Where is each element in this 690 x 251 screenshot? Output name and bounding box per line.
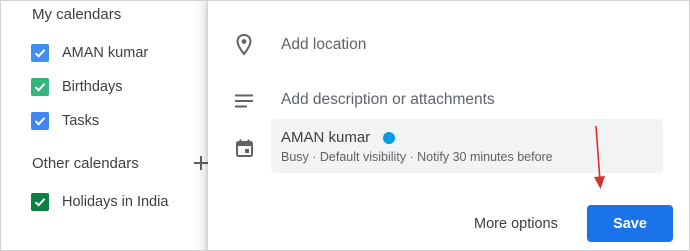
calendar-item-label: Holidays in India bbox=[62, 194, 169, 210]
more-options-button[interactable]: More options bbox=[466, 214, 566, 234]
checkbox-checked-icon[interactable] bbox=[31, 193, 49, 211]
calendar-item-label: AMAN kumar bbox=[62, 45, 149, 61]
calendar-item-aman-kumar[interactable]: AMAN kumar bbox=[31, 42, 148, 64]
my-calendars-heading[interactable]: My calendars bbox=[32, 6, 121, 23]
calendar-color-dot bbox=[383, 132, 395, 144]
calendar-item-holidays-in-india[interactable]: Holidays in India bbox=[31, 191, 168, 213]
calendar-details: Busy · Default visibility · Notify 30 mi… bbox=[281, 150, 553, 164]
description-input[interactable]: Add description or attachments bbox=[281, 91, 495, 109]
calendar-item-birthdays[interactable]: Birthdays bbox=[31, 76, 122, 98]
calendar-item-label: Birthdays bbox=[62, 79, 123, 95]
plus-icon bbox=[194, 156, 208, 170]
annotation-arrow-icon bbox=[594, 125, 605, 189]
checkbox-checked-icon[interactable] bbox=[31, 44, 49, 62]
calendar-window: My calendars AMAN kumar Birthdays Tasks … bbox=[0, 0, 690, 251]
calendar-name: AMAN kumar bbox=[281, 129, 371, 146]
checkbox-checked-icon[interactable] bbox=[31, 112, 49, 130]
save-button[interactable]: Save bbox=[587, 205, 673, 242]
calendar-item-label: Tasks bbox=[62, 113, 100, 129]
calendar-icon bbox=[232, 136, 256, 160]
checkbox-checked-icon[interactable] bbox=[31, 78, 49, 96]
event-dialog: Add location Add description or attachme… bbox=[208, 1, 689, 250]
calendar-item-tasks[interactable]: Tasks bbox=[31, 110, 99, 132]
sidebar: My calendars AMAN kumar Birthdays Tasks … bbox=[1, 1, 216, 250]
location-input[interactable]: Add location bbox=[281, 36, 366, 54]
location-pin-icon bbox=[232, 33, 256, 57]
notes-icon bbox=[232, 89, 256, 113]
other-calendars-heading[interactable]: Other calendars bbox=[32, 155, 139, 172]
